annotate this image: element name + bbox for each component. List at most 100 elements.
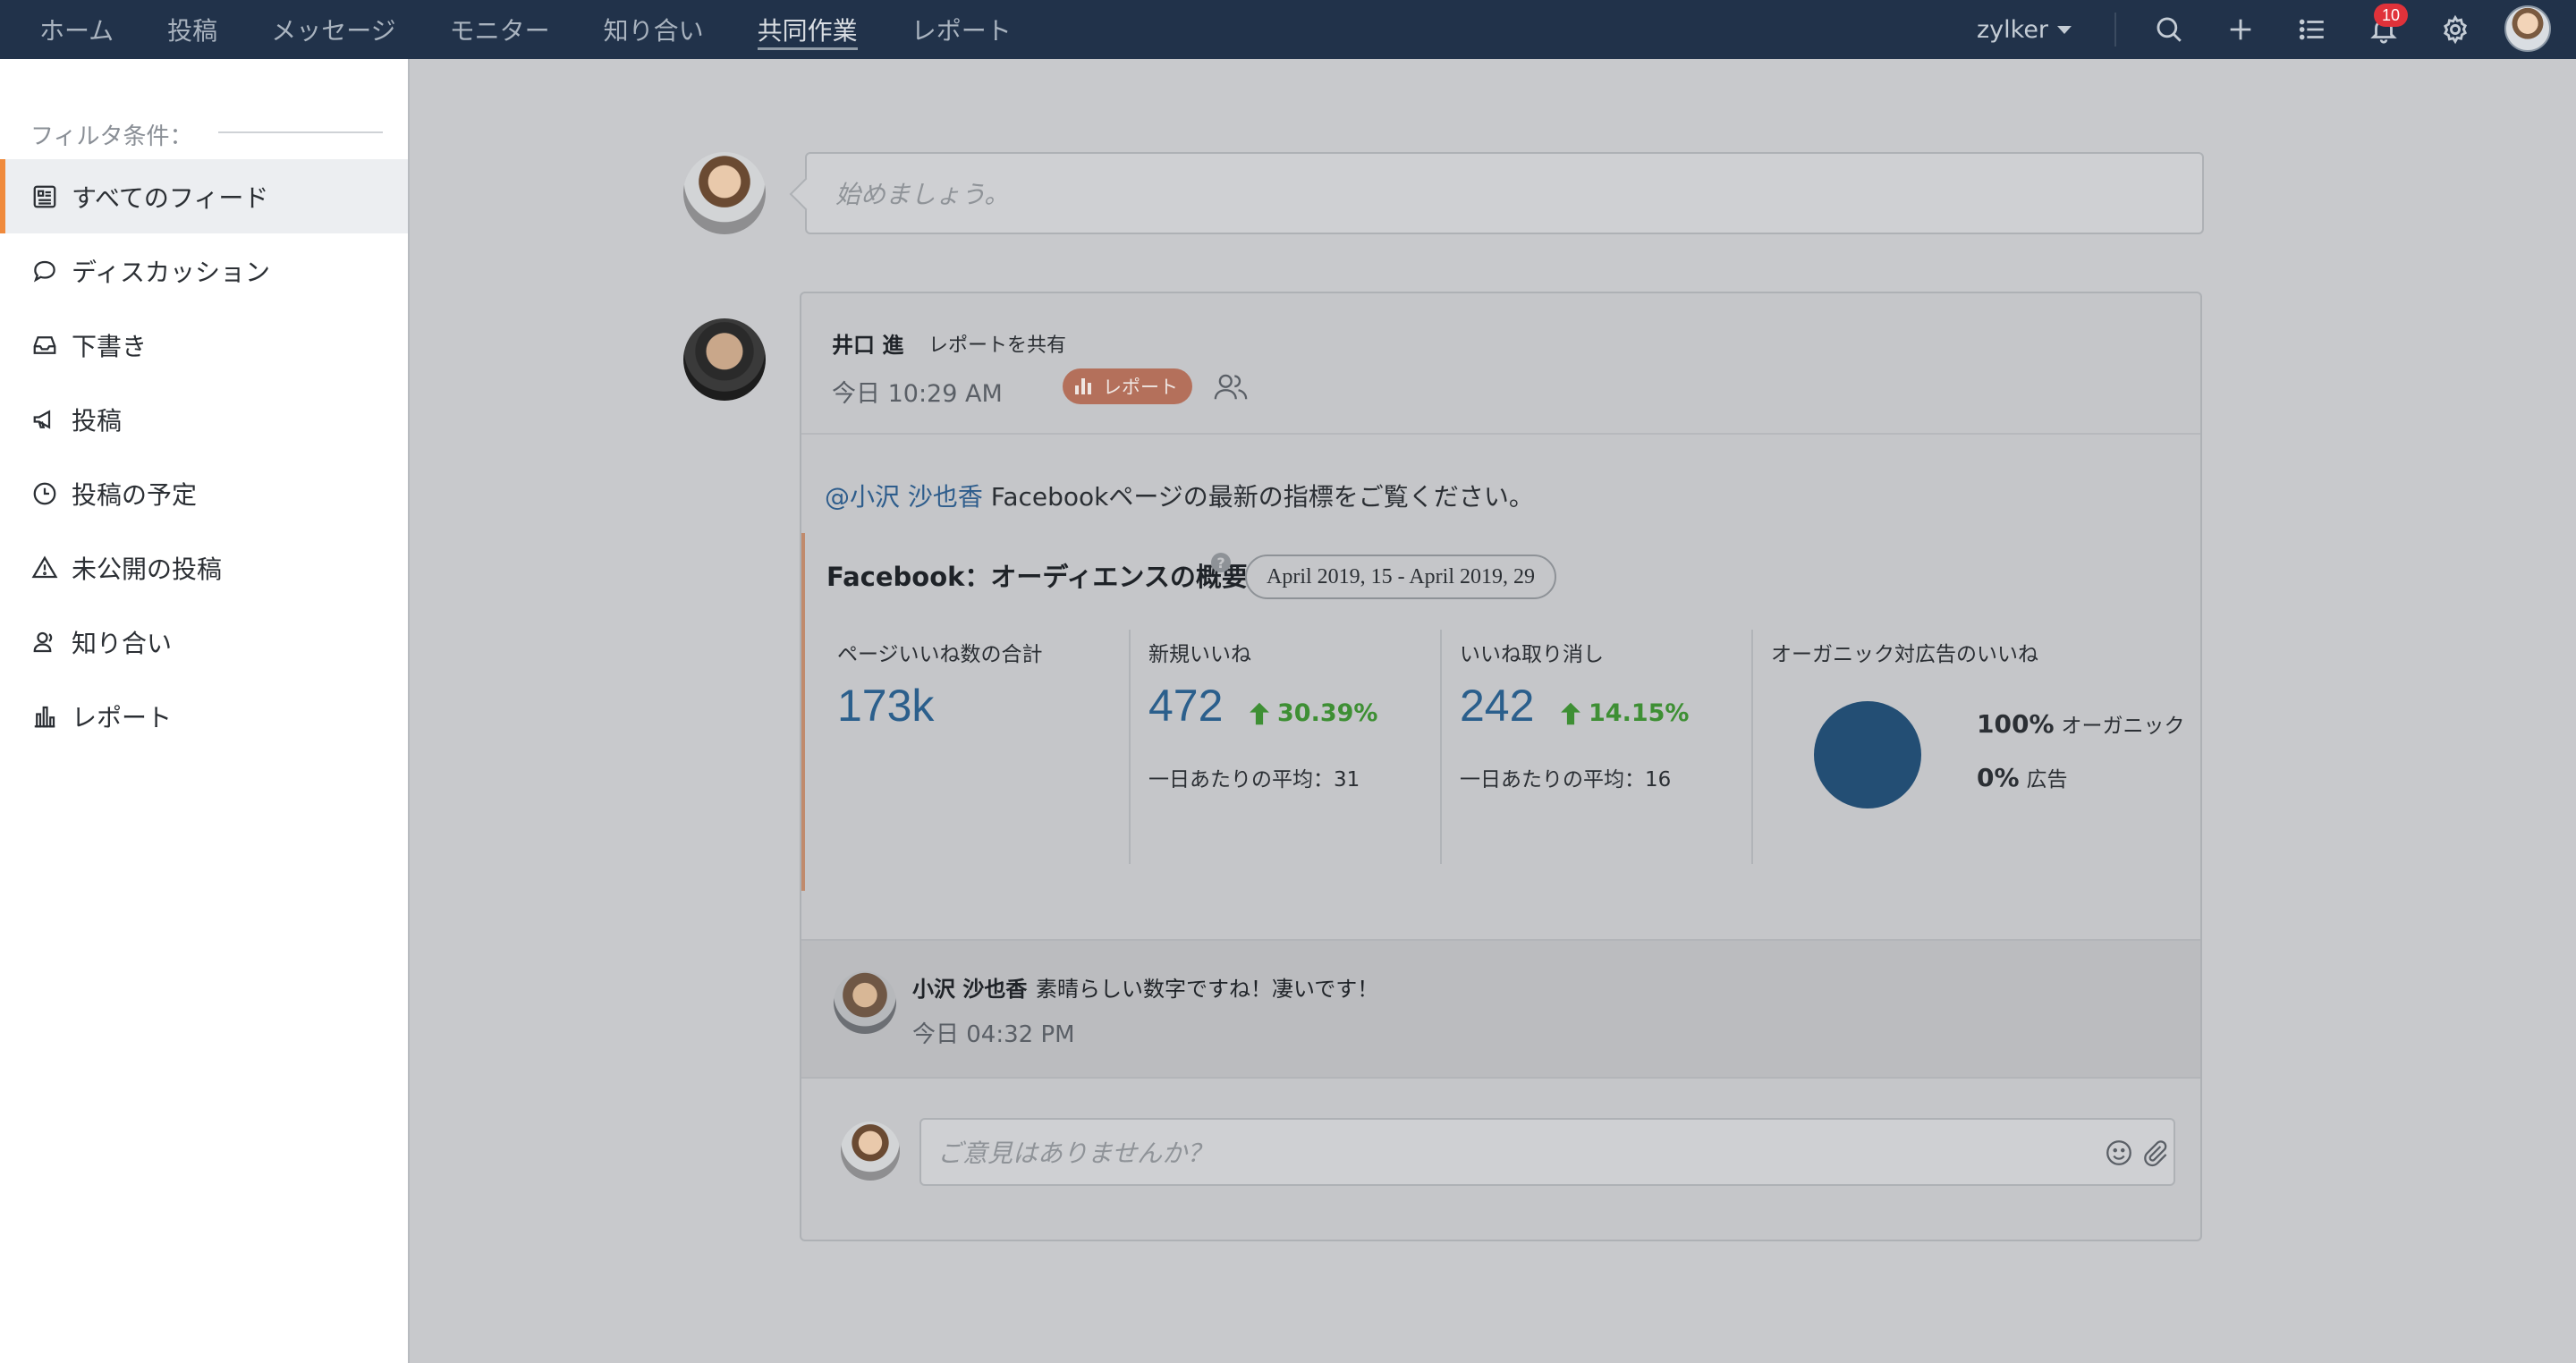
metric-change: 30.39% (1247, 699, 1377, 727)
tab-contacts[interactable]: 知り合い (604, 0, 704, 59)
tab-home[interactable]: ホーム (39, 0, 114, 59)
report-tag-label: レポート (1103, 377, 1178, 398)
my-avatar (683, 152, 766, 234)
plus-icon[interactable] (2224, 13, 2258, 47)
legend-paid-pct: 0% (1977, 763, 2020, 792)
legend-paid: 0% 広告 (1977, 762, 2185, 792)
metric-label: いいね取り消し (1460, 643, 1604, 666)
commenter-avatar[interactable] (834, 971, 896, 1034)
metric-new-likes: 新規いいね 472 30.39% 一日あたりの平均：31 (1131, 630, 1442, 864)
organic-paid-pie-chart (1814, 701, 1921, 808)
post-message: @小沢 沙也香 Facebookページの最新の指標をご覧ください。 (825, 478, 1534, 513)
sidebar-item-all-feeds[interactable]: すべてのフィード (0, 159, 408, 233)
sidebar-item-unpublished[interactable]: 未公開の投稿 (0, 530, 408, 605)
sidebar-item-scheduled[interactable]: 投稿の予定 (0, 456, 408, 530)
bar-chart-icon (1075, 378, 1094, 394)
sidebar: フィルタ条件： すべてのフィード ディスカッション 下書き 投稿 投稿の予定 未… (0, 59, 410, 1363)
post-action: レポートを共有 (928, 334, 1067, 357)
date-range-badge: April 2019, 15 - April 2019, 29 (1245, 555, 1556, 599)
metric-label: オーガニック対広告のいいね (1771, 643, 2038, 666)
metric-value: 173k (837, 681, 935, 731)
tab-posts[interactable]: 投稿 (167, 0, 217, 59)
chat-icon (30, 257, 59, 285)
sidebar-item-label: 投稿の予定 (72, 479, 198, 510)
metric-value: 242 (1460, 681, 1535, 731)
sidebar-item-label: レポート (72, 702, 173, 732)
feed-icon (30, 182, 59, 211)
mention-link[interactable]: @小沢 沙也香 (825, 482, 983, 512)
report-tag[interactable]: レポート (1063, 368, 1192, 404)
metric-organic-vs-paid: オーガニック対広告のいいね 100% オーガニック 0% 広告 (1753, 630, 2188, 864)
pie-legend: 100% オーガニック 0% 広告 (1977, 708, 2185, 816)
sidebar-menu: すべてのフィード ディスカッション 下書き 投稿 投稿の予定 未公開の投稿 知り… (0, 159, 408, 753)
metric-total-likes: ページいいね数の合計 173k (819, 630, 1131, 864)
org-switcher[interactable]: zylker (1977, 0, 2072, 59)
tab-collaboration[interactable]: 共同作業 (757, 0, 858, 59)
search-icon[interactable] (2152, 13, 2186, 47)
bar-chart-icon (30, 702, 59, 731)
post-timestamp: 今日 10:29 AM (832, 380, 1003, 408)
post-author-avatar[interactable] (683, 318, 766, 401)
metrics-row: ページいいね数の合計 173k 新規いいね 472 30.39% 一日あたりの平… (819, 630, 2188, 864)
metric-change-value: 30.39% (1277, 699, 1378, 727)
toolbar-divider (2114, 13, 2116, 47)
legend-organic-label: オーガニック (2061, 715, 2185, 738)
nav-tabs: ホーム 投稿 メッセージ モニター 知り合い 共同作業 レポート (39, 0, 1065, 59)
tab-messages[interactable]: メッセージ (271, 0, 395, 59)
sidebar-item-discussions[interactable]: ディスカッション (0, 233, 408, 308)
sidebar-item-reports[interactable]: レポート (0, 679, 408, 753)
sidebar-item-label: ディスカッション (72, 257, 271, 287)
report-title: Facebook：オーディエンスの概要 (826, 562, 1248, 592)
warning-icon (30, 554, 59, 582)
metric-value: 472 (1148, 681, 1224, 731)
caret-down-icon (2057, 25, 2072, 34)
arrow-up-icon (1250, 702, 1269, 724)
user-avatar[interactable] (2504, 5, 2551, 52)
post-header: 井口 進 レポートを共有 今日 10:29 AM レポート (801, 293, 2200, 435)
arrow-up-icon (1561, 702, 1580, 724)
help-icon[interactable]: ? (1211, 553, 1231, 572)
pie-slice-organic (1814, 701, 1921, 808)
composer-input[interactable]: 始めましょう。 (805, 152, 2204, 234)
sidebar-item-label: 未公開の投稿 (72, 554, 223, 584)
filter-divider (218, 131, 383, 133)
metric-daily-average: 一日あたりの平均：31 (1148, 768, 1360, 792)
emoji-icon[interactable] (2102, 1136, 2136, 1170)
sidebar-item-posts[interactable]: 投稿 (0, 382, 408, 456)
inbox-icon (30, 331, 59, 360)
tab-reports[interactable]: レポート (911, 0, 1012, 59)
metric-daily-average: 一日あたりの平均：16 (1460, 768, 1672, 792)
metric-label: ページいいね数の合計 (837, 643, 1043, 666)
comment: 小沢 沙也香 素晴らしい数字ですね！凄いです！ 今日 04:32 PM (801, 939, 2200, 1079)
reply-placeholder: ご意見はありませんか？ (937, 1139, 1213, 1168)
post-message-text: Facebookページの最新の指標をご覧ください。 (982, 482, 1534, 512)
comment-timestamp: 今日 04:32 PM (912, 1021, 1075, 1048)
tab-monitor[interactable]: モニター (450, 0, 550, 59)
metric-change-value: 14.15% (1589, 699, 1690, 727)
reply-input[interactable]: ご意見はありませんか？ (919, 1118, 2175, 1186)
sidebar-item-label: すべてのフィード (72, 182, 269, 213)
clock-icon (30, 479, 59, 508)
shared-with-group-icon[interactable] (1213, 370, 1249, 402)
list-icon[interactable] (2295, 13, 2329, 47)
attachment-icon[interactable] (2138, 1136, 2172, 1170)
metric-unlikes: いいね取り消し 242 14.15% 一日あたりの平均：16 (1442, 630, 1753, 864)
report-card: Facebook：オーディエンスの概要 ? April 2019, 15 - A… (801, 533, 2200, 891)
comment-text: 素晴らしい数字ですね！凄いです！ (1036, 977, 1379, 1002)
comment-author[interactable]: 小沢 沙也香 (912, 971, 1027, 1003)
sidebar-item-label: 知り合い (72, 628, 173, 658)
contacts-icon (30, 628, 59, 656)
megaphone-icon (30, 405, 59, 434)
my-reply-avatar (841, 1122, 900, 1181)
metric-label: 新規いいね (1148, 643, 1251, 666)
gear-icon[interactable] (2438, 13, 2472, 47)
feed-area: 始めましょう。 井口 進 レポートを共有 今日 10:29 AM レポート @小… (411, 59, 2576, 1363)
legend-organic-pct: 100% (1977, 709, 2055, 739)
sidebar-item-contacts[interactable]: 知り合い (0, 605, 408, 679)
legend-organic: 100% オーガニック (1977, 708, 2185, 739)
legend-paid-label: 広告 (2026, 768, 2068, 792)
sidebar-item-drafts[interactable]: 下書き (0, 308, 408, 382)
post-author[interactable]: 井口 進 (832, 327, 903, 359)
org-name: zylker (1977, 15, 2049, 44)
feed-post: 井口 進 レポートを共有 今日 10:29 AM レポート @小沢 沙也香 Fa… (800, 292, 2202, 1241)
